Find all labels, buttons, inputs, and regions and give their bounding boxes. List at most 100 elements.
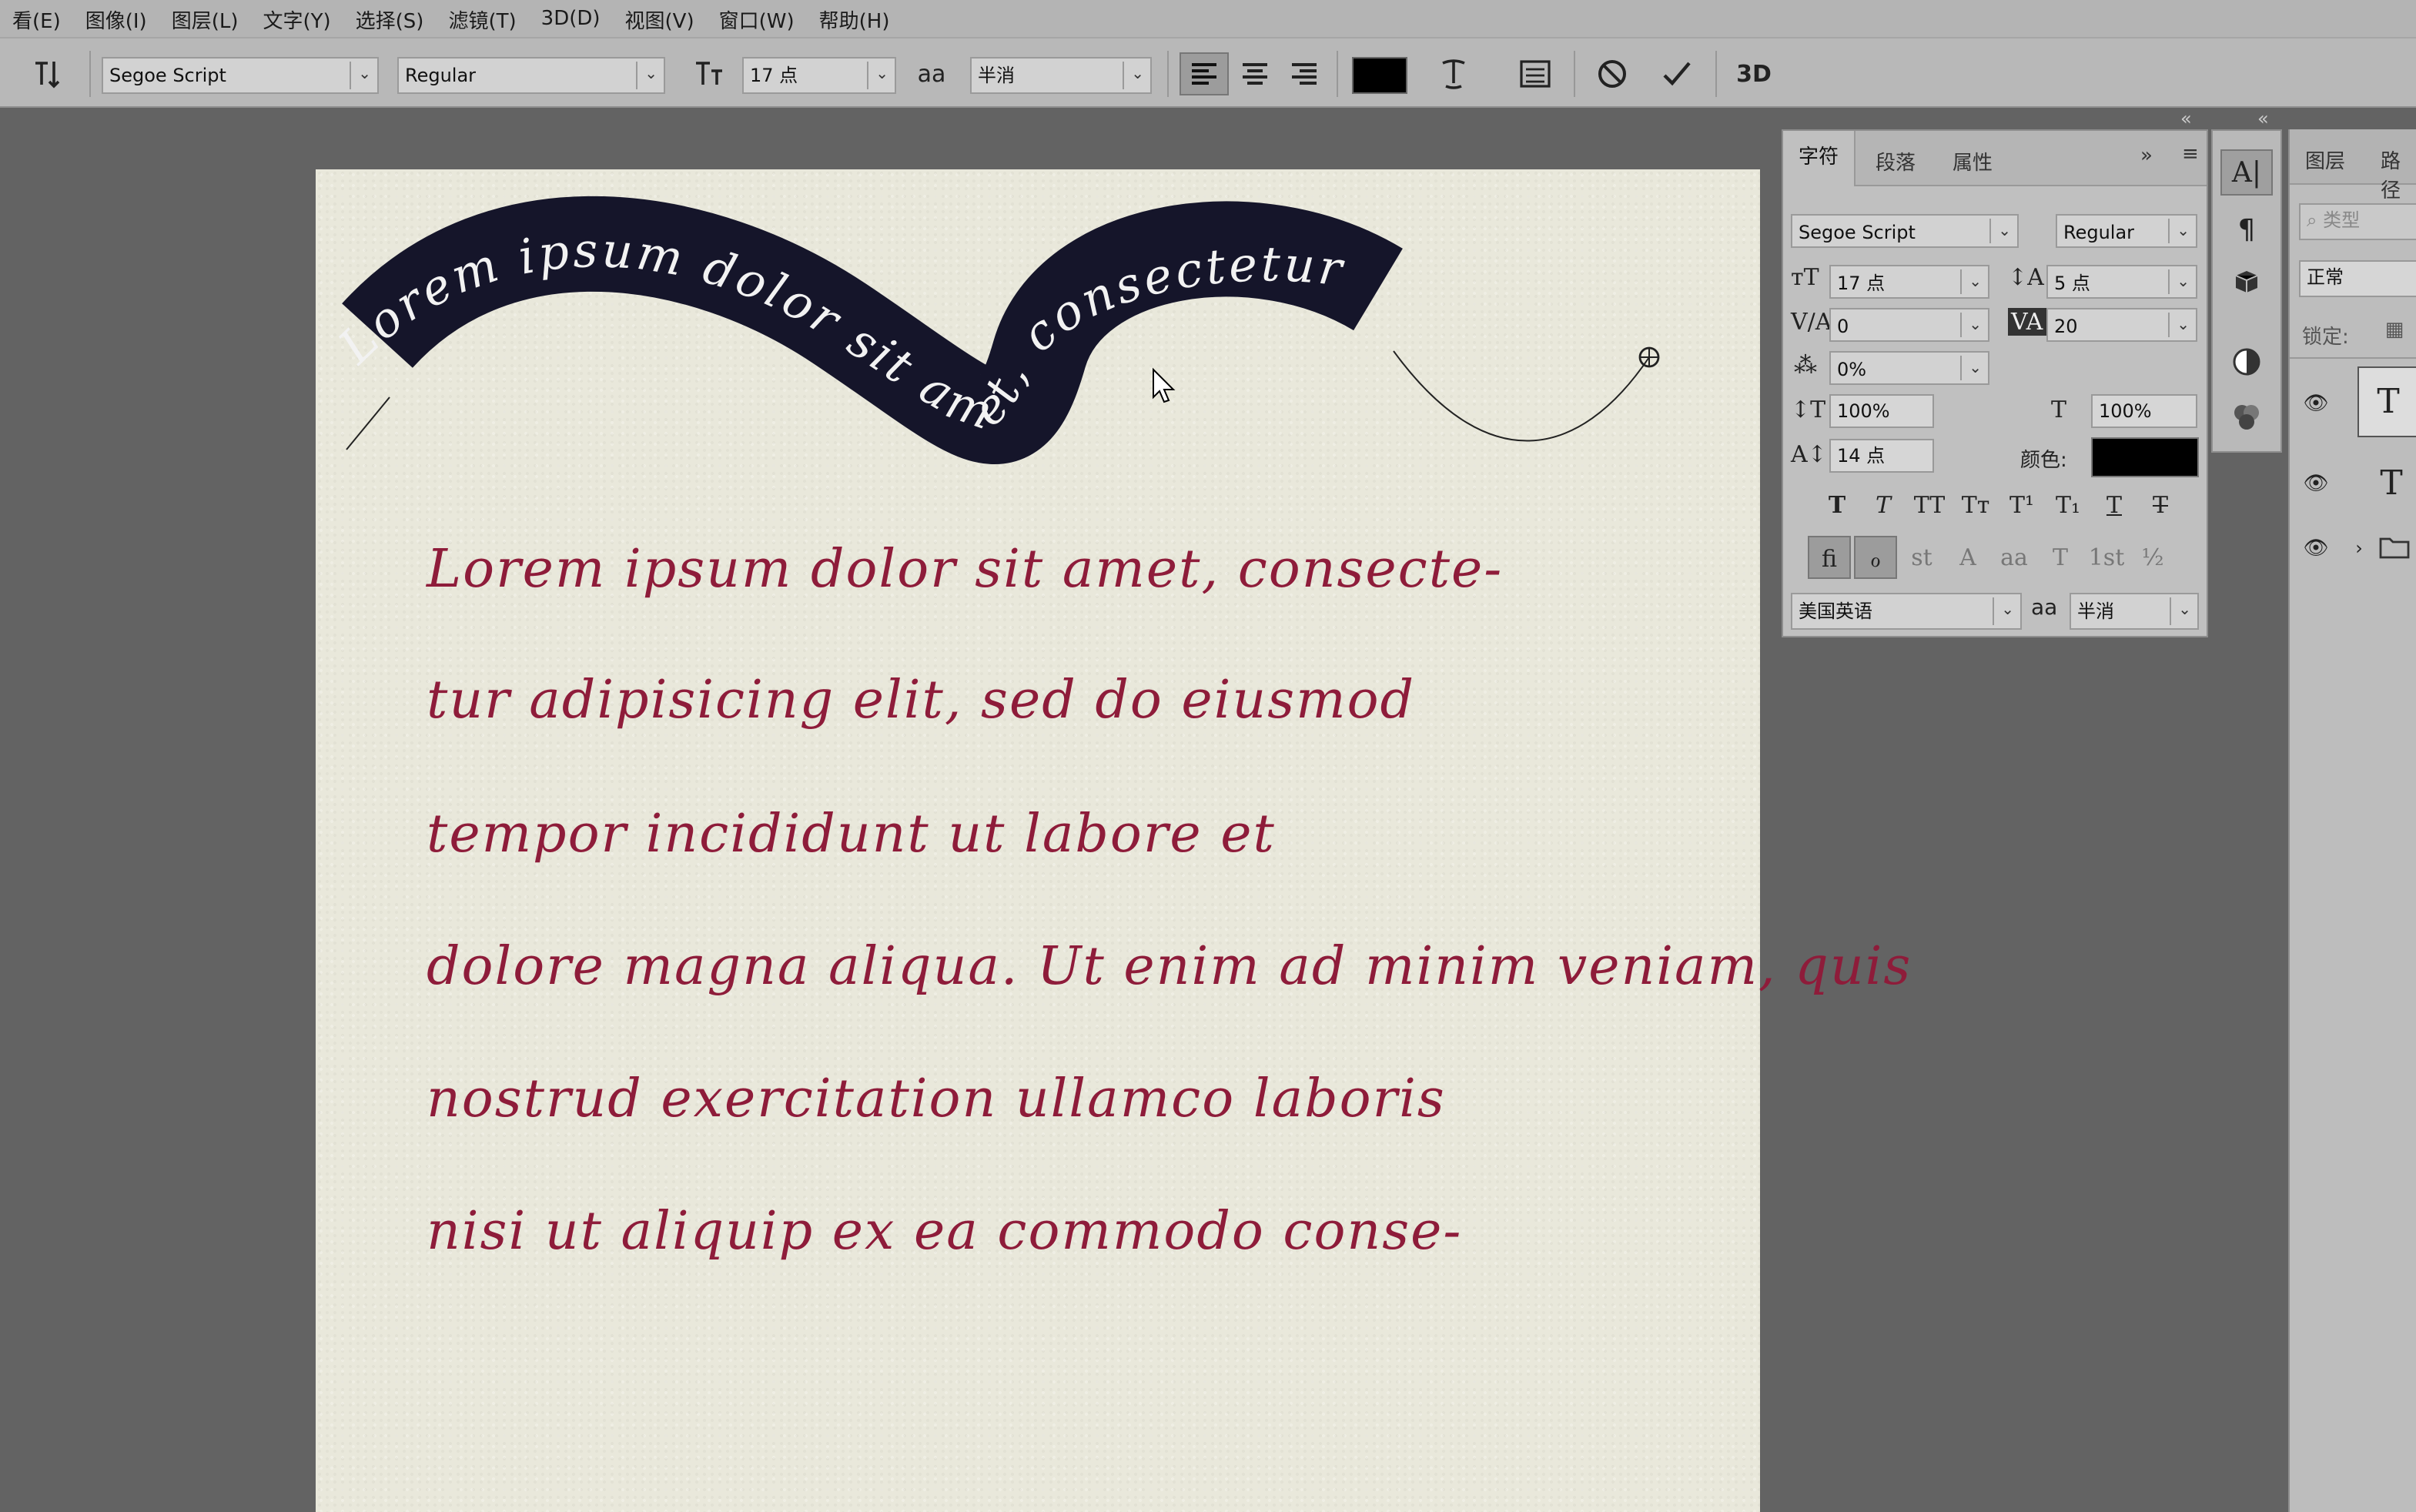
leading-icon: ↕A — [2008, 263, 2044, 291]
opentype-button[interactable]: ℴ — [1854, 536, 1897, 579]
panel-anti-alias-select[interactable]: 半消 ⌄ — [2070, 593, 2199, 630]
3d-panel-icon[interactable] — [2220, 260, 2273, 303]
menu-item[interactable]: 选择(S) — [343, 4, 437, 33]
language-select[interactable]: 美国英语 ⌄ — [1791, 593, 2022, 630]
font-size-select[interactable]: 17 点 ⌄ — [742, 57, 896, 94]
chevron-right-icon[interactable]: › — [2348, 533, 2370, 564]
adjustments-icon[interactable] — [2220, 340, 2273, 383]
type-style-button[interactable]: TT — [1909, 491, 1949, 519]
chevron-down-icon: ⌄ — [358, 66, 371, 83]
align-right-icon[interactable] — [1281, 52, 1327, 95]
menu-bar: 看(E) 图像(I) 图层(L) 文字(Y) 选择(S) 滤镜(T) 3D(D) 视图(V) 窗… — [0, 0, 2416, 37]
opentype-button[interactable]: T — [2039, 536, 2082, 579]
character-panel-toggle-icon[interactable] — [1512, 54, 1558, 94]
warp-text-icon[interactable] — [1432, 54, 1475, 94]
menu-item[interactable]: 帮助(H) — [807, 4, 902, 33]
type-style-button[interactable]: T — [2094, 491, 2134, 519]
commit-check-icon[interactable] — [1654, 54, 1700, 94]
document-canvas[interactable]: Lorem ipsum dolor sit amet, consectetur … — [316, 169, 1910, 1512]
color-swatch[interactable] — [2091, 437, 2199, 477]
panel-menu-icon[interactable]: ≡ — [2182, 143, 2199, 166]
photoshop-window: 看(E) 图像(I) 图层(L) 文字(Y) 选择(S) 滤镜(T) 3D(D) 视图(V) 窗… — [0, 0, 2416, 1512]
channels-icon[interactable] — [2220, 396, 2273, 439]
body-text-line: Lorem ipsum dolor sit amet, consecte- — [427, 539, 1504, 600]
paragraph-panel-icon[interactable]: ¶ — [2220, 208, 2273, 251]
panel-font-style-select[interactable]: Regular ⌄ — [2056, 214, 2197, 248]
type-style-button[interactable]: T — [1817, 491, 1857, 519]
opentype-button[interactable]: st — [1900, 536, 1943, 579]
character-panel-tabs: 字符 段落 属性 » ≡ — [1783, 131, 2207, 186]
text-layer-thumbnail[interactable]: T — [2364, 456, 2416, 511]
collapse-arrow-icon[interactable]: « — [2180, 108, 2192, 129]
menu-item[interactable]: 图像(I) — [73, 4, 159, 33]
collapse-arrow-icon[interactable]: « — [2257, 108, 2269, 129]
chevron-down-icon: ⌄ — [2177, 274, 2190, 291]
opentype-button[interactable]: ½ — [2131, 536, 2174, 579]
anti-alias-icon: aa — [912, 54, 952, 94]
vertical-scale-input[interactable]: 100% — [1829, 394, 1934, 428]
font-style-select[interactable]: Regular ⌄ — [397, 57, 665, 94]
search-icon: ⌕ — [2307, 209, 2324, 231]
type-style-button[interactable]: T¹ — [2002, 491, 2042, 519]
3d-label: 3D — [1736, 60, 1772, 88]
align-left-icon[interactable] — [1180, 52, 1229, 95]
text-layer-thumbnail[interactable]: T — [2357, 366, 2416, 437]
type-style-button[interactable]: T — [1863, 491, 1903, 519]
type-style-button[interactable]: T₁ — [2048, 491, 2088, 519]
horizontal-scale-input[interactable]: 100% — [2091, 394, 2197, 428]
tab-character[interactable]: 字符 — [1783, 131, 1856, 186]
menu-item[interactable]: 文字(Y) — [250, 4, 343, 33]
anti-alias-glyph: aa — [917, 60, 946, 88]
path-lead-line — [346, 396, 390, 450]
tab-layers[interactable]: 图层 — [2305, 145, 2345, 174]
opentype-button[interactable]: fi — [1808, 536, 1851, 579]
font-size-value: 17 点 — [750, 65, 798, 86]
mouse-cursor-icon — [1153, 367, 1176, 403]
menu-item[interactable]: 看(E) — [0, 4, 73, 33]
visibility-eye-icon[interactable]: 👁 — [2299, 468, 2333, 499]
chevron-down-icon: ⌄ — [2178, 602, 2191, 619]
opentype-button[interactable]: A — [1946, 536, 1989, 579]
3d-button[interactable]: 3D — [1728, 54, 1780, 94]
menu-item[interactable]: 3D(D) — [529, 7, 613, 30]
blend-mode-select[interactable]: 正常 — [2299, 260, 2416, 297]
tracking-select[interactable]: 20 ⌄ — [2046, 308, 2197, 342]
baseline-shift-input[interactable]: 14 点 — [1829, 439, 1934, 473]
path-text-artwork: Lorem ipsum dolor sit amet, consectetur — [327, 196, 1660, 464]
baseline-shift-icon: A↕ — [1791, 440, 1827, 468]
menu-item[interactable]: 滤镜(T) — [436, 4, 528, 33]
menu-item[interactable]: 窗口(W) — [707, 4, 807, 33]
cancel-icon[interactable] — [1589, 54, 1635, 94]
opentype-button[interactable]: 1st — [2085, 536, 2128, 579]
tab-paragraph[interactable]: 段落 — [1876, 146, 1916, 176]
lock-transparency-icon[interactable]: ▦ — [2379, 316, 2410, 343]
font-family-select[interactable]: Segoe Script ⌄ — [102, 57, 379, 94]
menu-item[interactable]: 图层(L) — [159, 4, 251, 33]
panel-font-family-select[interactable]: Segoe Script ⌄ — [1791, 214, 2019, 248]
anti-alias-select[interactable]: 半消 ⌄ — [970, 57, 1152, 94]
text-color-swatch[interactable] — [1352, 57, 1407, 94]
text-orientation-icon[interactable] — [28, 54, 71, 94]
folder-icon[interactable] — [2376, 530, 2413, 564]
opentype-button[interactable]: aa — [1993, 536, 2036, 579]
size-select[interactable]: 17 点 ⌄ — [1829, 265, 1989, 299]
font-family-value: Segoe Script — [109, 65, 226, 86]
path-text[interactable]: Lorem ipsum dolor sit amet, consectetur — [327, 222, 1348, 441]
tab-properties[interactable]: 属性 — [1953, 146, 1993, 176]
panel-expand-icon[interactable]: » — [2140, 145, 2153, 168]
tsume-select[interactable]: 0% ⌄ — [1829, 351, 1989, 385]
type-style-button[interactable]: Tт — [1956, 491, 1996, 519]
kerning-select[interactable]: 0 ⌄ — [1829, 308, 1989, 342]
visibility-eye-icon[interactable]: 👁 — [2299, 533, 2333, 564]
type-style-button[interactable]: T — [2140, 491, 2180, 519]
chevron-down-icon: ⌄ — [1131, 66, 1144, 83]
visibility-eye-icon[interactable]: 👁 — [2299, 388, 2333, 419]
align-center-icon[interactable] — [1232, 52, 1278, 95]
body-text-line: nisi ut aliquip ex ea commodo conse- — [427, 1201, 1463, 1263]
menu-item[interactable]: 视图(V) — [613, 4, 707, 33]
kerning-icon: V/A — [1791, 308, 1832, 336]
layer-filter-input[interactable]: ⌕ 类型 — [2299, 203, 2416, 240]
tab-paths[interactable]: 路径 — [2381, 145, 2416, 203]
character-panel-icon[interactable]: A| — [2220, 149, 2273, 196]
leading-select[interactable]: 5 点 ⌄ — [2046, 265, 2197, 299]
